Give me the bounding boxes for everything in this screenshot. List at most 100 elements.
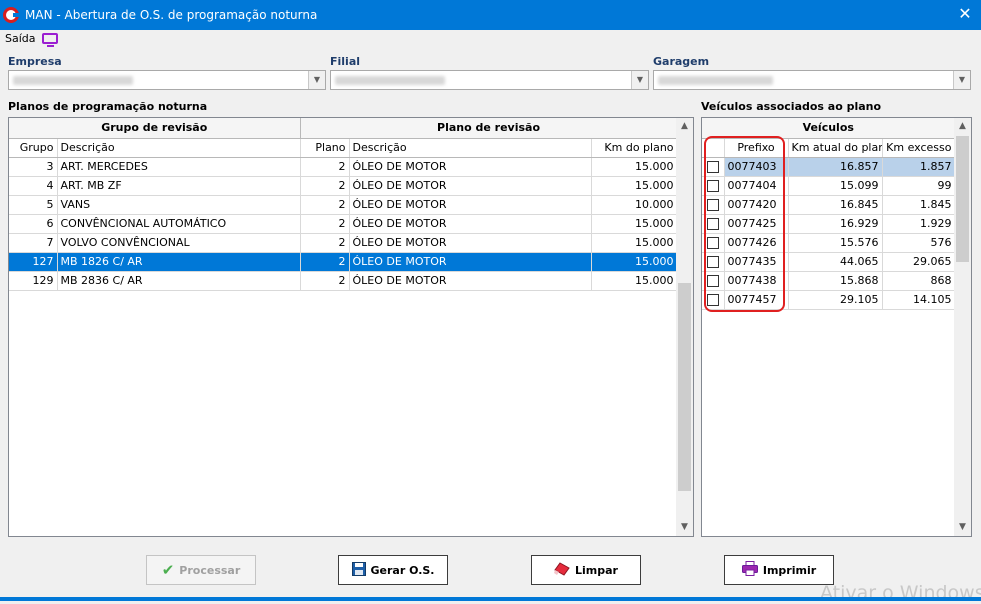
col-descricao-grupo[interactable]: Descrição: [57, 138, 301, 158]
cell-descricao: ART. MERCEDES: [57, 157, 301, 177]
table-row[interactable]: 127 MB 1826 C/ AR 2 ÓLEO DE MOTOR 15.000: [9, 252, 678, 272]
menu-bar: Saída: [0, 30, 981, 47]
gerar-os-label: Gerar O.S.: [370, 563, 435, 577]
table-row[interactable]: 0077420 16.845 1.845: [702, 195, 956, 215]
cell-descricao: VOLVO CONVÊNCIONAL: [57, 233, 301, 253]
col-prefixo[interactable]: Prefixo: [724, 138, 789, 158]
col-plano[interactable]: Plano: [300, 138, 350, 158]
col-km-atual[interactable]: Km atual do plano: [788, 138, 883, 158]
scroll-thumb[interactable]: [678, 283, 691, 491]
monitor-icon[interactable]: [41, 32, 58, 47]
window-title: MAN - Abertura de O.S. de programação no…: [25, 8, 318, 22]
table-row[interactable]: 0077404 15.099 99: [702, 176, 956, 196]
cell-km-excesso: 1.929: [882, 214, 956, 234]
chevron-down-icon[interactable]: ▼: [953, 71, 970, 89]
planos-section-title: Planos de programação noturna: [8, 100, 208, 113]
vehicle-checkbox[interactable]: [706, 294, 719, 306]
table-row[interactable]: 0077435 44.065 29.065: [702, 252, 956, 272]
vehicle-checkbox[interactable]: [706, 180, 719, 192]
floppy-disk-icon: [351, 561, 366, 579]
planos-scrollbar[interactable]: ▲ ▼: [676, 118, 693, 536]
printer-icon: [741, 561, 758, 579]
veiculos-grid[interactable]: Veículos Prefixo Km atual do plano Km ex…: [701, 117, 972, 537]
cell-descricao-plano: ÓLEO DE MOTOR: [349, 176, 592, 196]
cell-prefixo: 0077404: [724, 176, 789, 196]
col-km-plano[interactable]: Km do plano: [591, 138, 678, 158]
processar-button[interactable]: ✔ Processar: [146, 555, 256, 585]
garagem-select[interactable]: ▼: [653, 70, 971, 90]
cell-grupo: 4: [9, 176, 58, 196]
cell-plano: 2: [300, 214, 350, 234]
table-row[interactable]: 3 ART. MERCEDES 2 ÓLEO DE MOTOR 15.000: [9, 157, 678, 177]
cell-descricao: MB 2836 C/ AR: [57, 271, 301, 291]
cell-descricao-plano: ÓLEO DE MOTOR: [349, 271, 592, 291]
table-row[interactable]: 4 ART. MB ZF 2 ÓLEO DE MOTOR 15.000: [9, 176, 678, 196]
cell-checkbox: [702, 290, 725, 310]
filial-label: Filial: [330, 55, 361, 68]
scroll-up-icon[interactable]: ▲: [954, 118, 971, 135]
cell-km-atual: 16.929: [788, 214, 883, 234]
cell-km-excesso: 1.857: [882, 157, 956, 177]
table-row[interactable]: 5 VANS 2 ÓLEO DE MOTOR 10.000: [9, 195, 678, 215]
window-bottom-border: [0, 597, 981, 601]
veiculos-table: Veículos Prefixo Km atual do plano Km ex…: [702, 118, 956, 310]
cell-descricao-plano: ÓLEO DE MOTOR: [349, 195, 592, 215]
vehicle-checkbox[interactable]: [706, 237, 719, 249]
chevron-down-icon[interactable]: ▼: [308, 71, 325, 89]
scroll-up-icon[interactable]: ▲: [676, 118, 693, 135]
gerar-os-button[interactable]: Gerar O.S.: [338, 555, 448, 585]
cell-plano: 2: [300, 195, 350, 215]
cell-checkbox: [702, 195, 725, 215]
veiculos-scrollbar[interactable]: ▲ ▼: [954, 118, 971, 536]
cell-km-atual: 16.857: [788, 157, 883, 177]
cell-descricao-plano: ÓLEO DE MOTOR: [349, 233, 592, 253]
cell-descricao: ART. MB ZF: [57, 176, 301, 196]
cell-plano: 2: [300, 176, 350, 196]
cell-prefixo: 0077426: [724, 233, 789, 253]
empresa-value-redacted: [13, 75, 133, 85]
cell-km-atual: 29.105: [788, 290, 883, 310]
col-km-excesso[interactable]: Km excesso: [882, 138, 956, 158]
grupo-revisao-header: Grupo de revisão: [9, 118, 301, 139]
vehicle-checkbox[interactable]: [706, 161, 719, 173]
col-descricao-plano[interactable]: Descrição: [349, 138, 592, 158]
empresa-select[interactable]: ▼: [8, 70, 326, 90]
close-button[interactable]: ✕: [955, 4, 975, 24]
scroll-down-icon[interactable]: ▼: [954, 519, 971, 536]
table-row[interactable]: 0077457 29.105 14.105: [702, 290, 956, 310]
scroll-down-icon[interactable]: ▼: [676, 519, 693, 536]
limpar-button[interactable]: Limpar: [531, 555, 641, 585]
table-row[interactable]: 0077438 15.868 868: [702, 271, 956, 291]
cell-km-excesso: 29.065: [882, 252, 956, 272]
table-row[interactable]: 129 MB 2836 C/ AR 2 ÓLEO DE MOTOR 15.000: [9, 271, 678, 291]
vehicle-checkbox[interactable]: [706, 218, 719, 230]
filial-select[interactable]: ▼: [330, 70, 649, 90]
imprimir-button[interactable]: Imprimir: [724, 555, 834, 585]
cell-grupo: 5: [9, 195, 58, 215]
table-row[interactable]: 0077425 16.929 1.929: [702, 214, 956, 234]
veiculos-section-title: Veículos associados ao plano: [701, 100, 882, 113]
cell-prefixo: 0077438: [724, 271, 789, 291]
vehicle-checkbox[interactable]: [706, 199, 719, 211]
cell-plano: 2: [300, 271, 350, 291]
table-row[interactable]: 6 CONVÊNCIONAL AUTOMÁTICO 2 ÓLEO DE MOTOR 15…: [9, 214, 678, 234]
cell-checkbox: [702, 214, 725, 234]
cell-prefixo: 0077435: [724, 252, 789, 272]
cell-km: 15.000: [591, 271, 678, 291]
chevron-down-icon[interactable]: ▼: [631, 71, 648, 89]
cell-descricao-plano: ÓLEO DE MOTOR: [349, 157, 592, 177]
table-row[interactable]: 0077403 16.857 1.857: [702, 157, 956, 177]
filial-value-redacted: [335, 75, 445, 85]
vehicle-checkbox[interactable]: [706, 275, 719, 287]
cell-checkbox: [702, 157, 725, 177]
scroll-thumb[interactable]: [956, 136, 969, 262]
cell-grupo: 3: [9, 157, 58, 177]
menu-saida[interactable]: Saída: [5, 32, 36, 45]
cell-km: 15.000: [591, 252, 678, 272]
cell-plano: 2: [300, 157, 350, 177]
col-grupo[interactable]: Grupo: [9, 138, 58, 158]
table-row[interactable]: 7 VOLVO CONVÊNCIONAL 2 ÓLEO DE MOTOR 15.000: [9, 233, 678, 253]
vehicle-checkbox[interactable]: [706, 256, 719, 268]
table-row[interactable]: 0077426 15.576 576: [702, 233, 956, 253]
planos-grid[interactable]: Grupo de revisão Plano de revisão Grupo …: [8, 117, 694, 537]
